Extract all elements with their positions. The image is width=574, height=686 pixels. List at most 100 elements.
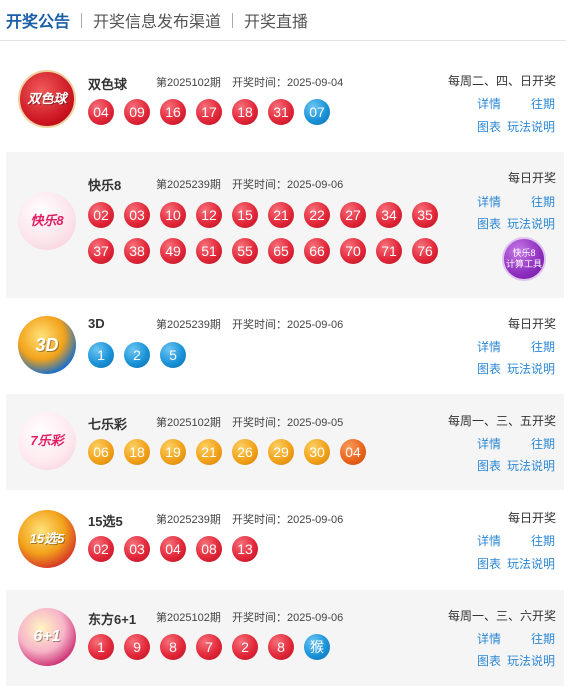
- history-link[interactable]: 往期: [531, 532, 555, 549]
- tab-bar: 开奖公告 开奖信息发布渠道 开奖直播: [0, 0, 566, 41]
- red-ball: 02: [88, 536, 114, 562]
- orange-ball: 30: [304, 439, 330, 465]
- lottery-period: 第2025239期: [156, 514, 221, 526]
- red-ball: 55: [232, 238, 258, 264]
- lottery-row-ssq: 双色球 双色球 第2025102期 开奖时间：2025-09-04 04 09 …: [6, 58, 564, 152]
- rules-link[interactable]: 玩法说明: [507, 118, 555, 135]
- red-ball: 04: [88, 99, 114, 125]
- tab-publish-channels[interactable]: 开奖信息发布渠道: [93, 8, 221, 32]
- red-ball: 02: [88, 202, 114, 228]
- red-ball: 31: [268, 99, 294, 125]
- ball-list: 02 03 04 08 13: [88, 536, 448, 572]
- red-ball: 49: [160, 238, 186, 264]
- red-ball: 03: [124, 202, 150, 228]
- tab-live-draw[interactable]: 开奖直播: [244, 8, 308, 32]
- details-link[interactable]: 详情: [477, 95, 501, 112]
- red-ball: 16: [160, 99, 186, 125]
- draw-schedule: 每周一、三、六开奖: [447, 609, 556, 623]
- rules-link[interactable]: 玩法说明: [507, 215, 555, 232]
- ball-list: 02 03 10 12 15 21 22 27 34 35 37 38 49 5…: [88, 202, 448, 274]
- 3d-logo-icon: 3D: [18, 316, 76, 374]
- red-ball: 65: [268, 238, 294, 264]
- rules-link[interactable]: 玩法说明: [507, 652, 555, 669]
- red-ball: 34: [376, 202, 402, 228]
- chart-link[interactable]: 图表: [477, 457, 501, 474]
- kl8-logo-text: 快乐8: [30, 213, 64, 228]
- blue-ball: 5: [160, 342, 186, 368]
- orange-ball: 18: [124, 439, 150, 465]
- lottery-period: 第2025102期: [156, 77, 221, 89]
- red-ball: 70: [340, 238, 366, 264]
- kl8-logo-icon: 快乐8: [18, 192, 76, 250]
- rules-link[interactable]: 玩法说明: [507, 555, 555, 572]
- lottery-period: 第2025102期: [156, 612, 221, 624]
- lottery-row-df61: 6+1 东方6+1 第2025102期 开奖时间：2025-09-06 1 9 …: [6, 590, 564, 686]
- chart-link[interactable]: 图表: [477, 118, 501, 135]
- details-link[interactable]: 详情: [477, 338, 501, 355]
- rules-link[interactable]: 玩法说明: [507, 360, 555, 377]
- orange-ball: 26: [232, 439, 258, 465]
- ball-list: 06 18 19 21 26 29 30 04: [88, 439, 448, 475]
- tab-divider: [232, 12, 234, 28]
- df61-logo-text: 6+1: [33, 628, 61, 645]
- draw-schedule: 每周一、三、五开奖: [447, 414, 556, 428]
- lottery-row-3d: 3D 3D 第2025239期 开奖时间：2025-09-06 1 2 5 每日…: [6, 298, 564, 394]
- 15x5-logo-icon: 15选5: [18, 510, 76, 568]
- lottery-name: 双色球: [88, 77, 128, 92]
- red-ball: 08: [196, 536, 222, 562]
- chart-link[interactable]: 图表: [477, 360, 501, 377]
- lottery-row-15x5: 15选5 15选5 第2025239期 开奖时间：2025-09-06 02 0…: [6, 490, 564, 590]
- blue-ball: 07: [304, 99, 330, 125]
- history-link[interactable]: 往期: [531, 95, 555, 112]
- lottery-row-kl8: 快乐8 快乐8 第2025239期 开奖时间：2025-09-06 02 03 …: [6, 152, 564, 298]
- blue-ball: 1: [88, 342, 114, 368]
- ball-list: 1 2 5: [88, 342, 448, 378]
- red-ball: 51: [196, 238, 222, 264]
- red-ball: 9: [124, 634, 150, 660]
- ball-list: 1 9 8 7 2 8 猴: [88, 634, 448, 670]
- df61-logo-icon: 6+1: [18, 608, 76, 666]
- red-ball: 1: [88, 634, 114, 660]
- red-ball: 71: [376, 238, 402, 264]
- red-ball: 18: [232, 99, 258, 125]
- history-link[interactable]: 往期: [531, 435, 555, 452]
- tab-draw-announcement[interactable]: 开奖公告: [6, 8, 70, 32]
- blue-ball: 2: [124, 342, 150, 368]
- details-link[interactable]: 详情: [477, 630, 501, 647]
- chart-link[interactable]: 图表: [477, 555, 501, 572]
- details-link[interactable]: 详情: [477, 532, 501, 549]
- red-ball: 37: [88, 238, 114, 264]
- history-link[interactable]: 往期: [531, 338, 555, 355]
- lottery-name: 东方6+1: [88, 612, 137, 627]
- red-ball: 12: [196, 202, 222, 228]
- history-link[interactable]: 往期: [531, 630, 555, 647]
- draw-schedule: 每日开奖: [507, 317, 556, 331]
- lottery-period: 第2025239期: [156, 179, 221, 191]
- calculator-label: 计算工具: [505, 259, 542, 269]
- orange-ball: 29: [268, 439, 294, 465]
- zodiac-ball: 猴: [304, 634, 330, 660]
- kl8-calculator-button[interactable]: 快乐8 计算工具: [502, 237, 546, 281]
- details-link[interactable]: 详情: [477, 193, 501, 210]
- 3d-logo-text: 3D: [35, 335, 59, 355]
- chart-link[interactable]: 图表: [477, 215, 501, 232]
- chart-link[interactable]: 图表: [477, 652, 501, 669]
- lottery-name: 七乐彩: [88, 417, 128, 432]
- lottery-draw-date: 开奖时间：2025-09-06: [232, 612, 344, 624]
- ball-list: 04 09 16 17 18 31 07: [88, 99, 448, 135]
- orange-ball: 06: [88, 439, 114, 465]
- red-ball: 10: [160, 202, 186, 228]
- red-ball: 76: [412, 238, 438, 264]
- qlc-logo-icon: 7乐彩: [18, 412, 76, 470]
- red-ball: 22: [304, 202, 330, 228]
- details-link[interactable]: 详情: [477, 435, 501, 452]
- rules-link[interactable]: 玩法说明: [507, 457, 555, 474]
- history-link[interactable]: 往期: [531, 193, 555, 210]
- red-ball: 2: [232, 634, 258, 660]
- red-ball: 35: [412, 202, 438, 228]
- lottery-draw-date: 开奖时间：2025-09-06: [232, 319, 344, 331]
- draw-schedule: 每日开奖: [507, 511, 556, 525]
- lottery-row-qlc: 7乐彩 七乐彩 第2025102期 开奖时间：2025-09-05 06 18 …: [6, 394, 564, 490]
- orange-ball: 19: [160, 439, 186, 465]
- red-ball: 09: [124, 99, 150, 125]
